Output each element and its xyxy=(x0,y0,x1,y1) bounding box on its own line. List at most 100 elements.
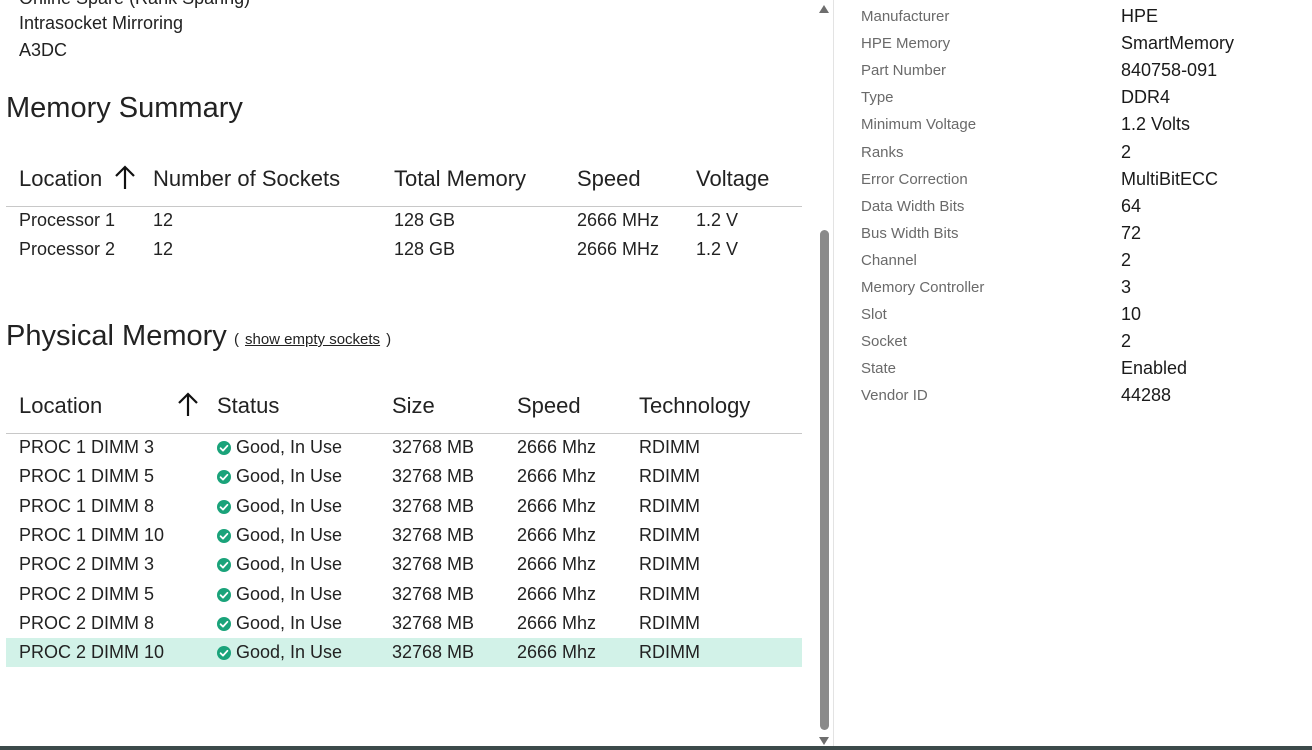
dimm-speed: 2666 Mhz xyxy=(517,437,597,457)
dimm-technology: RDIMM xyxy=(639,612,700,633)
memory-page: Online Spare (Rank Sparing) Intrasocket … xyxy=(0,0,1312,750)
detail-row: Socket 2 xyxy=(834,327,1312,354)
dimm-row[interactable]: PROC 2 DIMM 8 Good, In Use 32768 MB 2666 Mh… xyxy=(6,609,802,638)
detail-label: Channel xyxy=(861,251,917,269)
column-header-technology[interactable]: Technology xyxy=(639,393,750,419)
dimm-location: PROC 1 DIMM 10 xyxy=(19,524,165,545)
column-header-location[interactable]: Location xyxy=(19,166,102,192)
column-header-location[interactable]: Location xyxy=(19,393,102,419)
detail-value: 2 xyxy=(1121,331,1132,352)
column-header-total-memory[interactable]: Total Memory xyxy=(394,166,526,192)
dimm-row[interactable]: PROC 1 DIMM 10 Good, In Use 32768 MB 2666 M… xyxy=(6,521,802,550)
memory-summary-header: Location Number of Sockets Total Memory … xyxy=(6,160,802,207)
column-header-status[interactable]: Status xyxy=(217,393,279,419)
dimm-size: 32768 MB xyxy=(392,554,475,575)
column-header-speed[interactable]: Speed xyxy=(517,393,581,419)
show-empty-sockets-toggle: (show empty sockets) xyxy=(234,331,391,348)
column-header-voltage[interactable]: Voltage xyxy=(696,166,769,192)
detail-label: Error Correction xyxy=(861,170,968,188)
detail-value: HPE xyxy=(1121,6,1159,26)
summary-row[interactable]: Processor 2 12 128 GB 2666 MHz 1.2 V xyxy=(6,235,802,264)
dimm-speed: 2666 Mhz xyxy=(517,642,597,663)
detail-value: 2 xyxy=(1121,249,1132,270)
dimm-speed: 2666 Mhz xyxy=(517,466,597,487)
scroll-down-arrow-icon[interactable] xyxy=(819,737,829,745)
dimm-status: Good, In Use xyxy=(236,466,343,487)
detail-row: Type DDR4 xyxy=(834,83,1312,110)
dimm-technology: RDIMM xyxy=(639,437,700,457)
scrollbar[interactable] xyxy=(816,0,833,750)
dimm-location: PROC 2 DIMM 8 xyxy=(19,612,155,633)
dimm-row[interactable]: PROC 2 DIMM 3 Good, In Use 32768 MB 2666 Mh… xyxy=(6,550,802,579)
detail-row: Ranks 2 xyxy=(834,138,1312,165)
detail-value: 2 xyxy=(1121,141,1132,162)
summary-total-memory: 128 GB xyxy=(394,239,456,259)
detail-label: Slot xyxy=(861,306,887,324)
dimm-details-pane: Manufacturer HPE HPE Memory SmartMemory Part… xyxy=(834,0,1312,750)
detail-value: 44288 xyxy=(1121,385,1172,406)
summary-sockets: 12 xyxy=(153,210,174,230)
detail-label: Manufacturer xyxy=(861,8,950,25)
detail-row: Data Width Bits 64 xyxy=(834,192,1312,219)
column-header-size[interactable]: Size xyxy=(392,393,435,419)
column-header-number-of-sockets[interactable]: Number of Sockets xyxy=(153,166,340,192)
detail-value: 72 xyxy=(1121,222,1142,243)
dimm-location: PROC 2 DIMM 10 xyxy=(19,642,165,663)
detail-label: Socket xyxy=(861,333,907,351)
status-ok-icon xyxy=(217,587,231,602)
dimm-status: Good, In Use xyxy=(236,524,343,545)
status-ok-icon xyxy=(217,528,231,543)
summary-location: Processor 2 xyxy=(19,239,116,259)
detail-row: Slot 10 xyxy=(834,300,1312,327)
detail-value: 64 xyxy=(1121,195,1142,216)
status-ok-icon xyxy=(217,616,231,631)
summary-row[interactable]: Processor 1 12 128 GB 2666 MHz 1.2 V xyxy=(6,206,802,235)
status-ok-icon xyxy=(217,441,231,455)
dimm-status: Good, In Use xyxy=(236,495,343,516)
dimm-size: 32768 MB xyxy=(392,583,475,604)
dimm-size: 32768 MB xyxy=(392,437,475,457)
sort-ascending-icon[interactable] xyxy=(177,391,199,417)
detail-value: 1.2 Volts xyxy=(1121,114,1191,135)
dimm-technology: RDIMM xyxy=(639,583,700,604)
detail-row: Minimum Voltage 1.2 Volts xyxy=(834,110,1312,137)
dimm-row[interactable]: PROC 2 DIMM 10 Good, In Use 32768 MB 2666 M… xyxy=(6,638,802,668)
status-ok-icon xyxy=(217,558,231,573)
detail-row: Memory Controller 3 xyxy=(834,273,1312,300)
dimm-row[interactable]: PROC 1 DIMM 3 Good, In Use 32768 MB 2666 Mh… xyxy=(6,433,802,462)
scroll-up-arrow-icon[interactable] xyxy=(819,5,829,13)
summary-total-memory: 128 GB xyxy=(394,210,456,230)
detail-value: 10 xyxy=(1121,304,1142,325)
sort-ascending-icon[interactable] xyxy=(114,164,136,190)
show-empty-sockets-link[interactable]: show empty sockets xyxy=(245,331,380,348)
detail-label: State xyxy=(861,360,897,378)
dimm-speed: 2666 Mhz xyxy=(517,612,597,633)
dimm-speed: 2666 Mhz xyxy=(517,554,597,575)
dimm-size: 32768 MB xyxy=(392,466,475,487)
detail-label: Bus Width Bits xyxy=(861,224,959,242)
detail-label: Ranks xyxy=(861,143,904,161)
detail-label: Type xyxy=(861,89,894,107)
status-ok-icon xyxy=(217,646,231,661)
dimm-status: Good, In Use xyxy=(236,554,343,575)
scrollbar-thumb[interactable] xyxy=(820,230,829,730)
dimm-row[interactable]: PROC 2 DIMM 5 Good, In Use 32768 MB 2666 Mh… xyxy=(6,580,802,609)
dimm-speed: 2666 Mhz xyxy=(517,524,597,545)
detail-row: Channel 2 xyxy=(834,246,1312,273)
dimm-location: PROC 1 DIMM 5 xyxy=(19,466,155,487)
summary-sockets: 12 xyxy=(153,239,174,259)
dimm-row[interactable]: PROC 1 DIMM 5 Good, In Use 32768 MB 2666 Mh… xyxy=(6,462,802,491)
memory-information-pane: Online Spare (Rank Sparing) Intrasocket … xyxy=(0,0,816,750)
dimm-technology: RDIMM xyxy=(639,554,700,575)
dimm-row[interactable]: PROC 1 DIMM 8 Good, In Use 32768 MB 2666 Mh… xyxy=(6,492,802,521)
status-ok-icon xyxy=(217,470,231,485)
memory-mode-item: Online Spare (Rank Sparing) xyxy=(19,0,250,9)
physical-memory-header: Location Status Size Speed Technology xyxy=(6,387,802,434)
memory-mode-item: Intrasocket Mirroring xyxy=(19,13,184,33)
dimm-status: Good, In Use xyxy=(236,642,343,663)
detail-row: Manufacturer HPE xyxy=(834,2,1312,29)
bottom-edge-bar xyxy=(0,746,1312,750)
status-ok-icon xyxy=(217,499,231,514)
column-header-speed[interactable]: Speed xyxy=(577,166,641,192)
dimm-status: Good, In Use xyxy=(236,583,343,604)
